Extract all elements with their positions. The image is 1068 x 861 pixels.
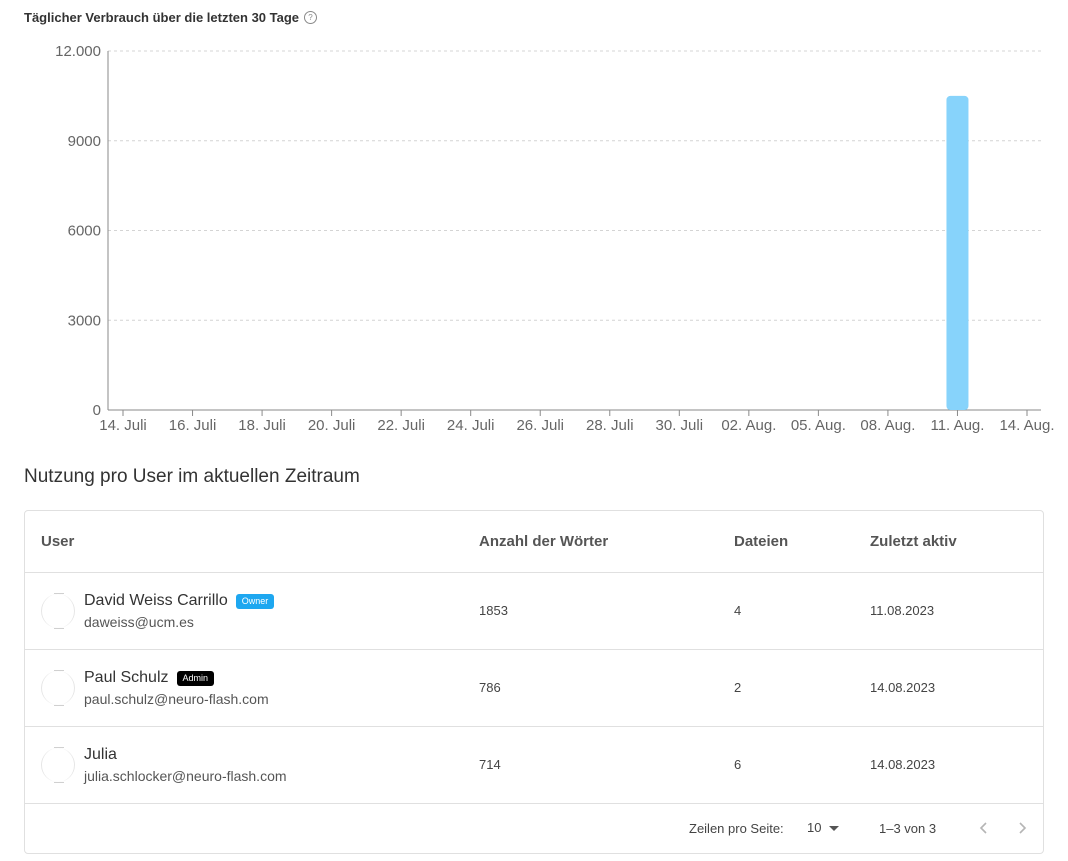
x-tick-label: 18. Juli: [238, 417, 286, 434]
caret-down-icon: [829, 826, 840, 831]
bar: [946, 95, 969, 410]
x-tick-label: 26. Juli: [516, 417, 564, 434]
user-name-wrap: Julia: [84, 746, 117, 764]
file-count: 4: [734, 603, 742, 618]
rows-per-page-label: Zeilen pro Seite:: [689, 821, 784, 836]
header-user[interactable]: User: [41, 533, 74, 550]
header-words[interactable]: Anzahl der Wörter: [479, 533, 608, 550]
y-tick-label: 9000: [68, 133, 101, 150]
user-email: paul.schulz@neuro-flash.com: [84, 691, 269, 707]
user-name: Paul Schulz: [84, 669, 169, 686]
y-tick-label: 6000: [68, 223, 101, 240]
table-row[interactable]: David Weiss Carrillo Owner daweiss@ucm.e…: [25, 573, 1043, 650]
last-active: 14.08.2023: [870, 757, 936, 772]
owner-badge: Owner: [235, 593, 275, 609]
previous-page-button[interactable]: [971, 815, 997, 841]
file-count: 2: [734, 680, 742, 695]
table-header: User Anzahl der Wörter Dateien Zuletzt a…: [25, 511, 1043, 573]
next-page-button[interactable]: [1009, 815, 1035, 841]
file-count: 6: [734, 757, 742, 772]
last-active: 14.08.2023: [870, 680, 936, 695]
avatar: [41, 670, 75, 706]
user-email: julia.schlocker@neuro-flash.com: [84, 768, 287, 784]
chevron-right-icon: [1019, 822, 1027, 834]
y-tick-label: 3000: [68, 312, 101, 329]
table-row[interactable]: Julia julia.schlocker@neuro-flash.com 71…: [25, 727, 1043, 804]
rows-per-page-value: 10: [807, 820, 822, 835]
word-count: 714: [479, 757, 501, 772]
section-title: Nutzung pro User im aktuellen Zeitraum: [24, 466, 360, 487]
x-tick-label: 30. Juli: [656, 417, 704, 434]
user-name-wrap: Paul Schulz Admin: [84, 669, 215, 687]
x-tick-label: 20. Juli: [308, 417, 356, 434]
x-tick-label: 08. Aug.: [860, 417, 915, 434]
avatar: [41, 747, 75, 783]
last-active: 11.08.2023: [870, 603, 935, 618]
admin-badge: Admin: [176, 670, 215, 686]
avatar: [41, 593, 75, 629]
y-tick-label: 12.000: [55, 43, 101, 60]
word-count: 786: [479, 680, 501, 695]
x-tick-label: 14. Juli: [99, 417, 147, 434]
user-email: daweiss@ucm.es: [84, 614, 194, 630]
x-tick-label: 14. Aug.: [999, 417, 1054, 434]
table-pagination: Zeilen pro Seite: 10 1–3 von 3: [25, 804, 1043, 854]
x-tick-label: 11. Aug.: [930, 417, 984, 434]
x-tick-label: 28. Juli: [586, 417, 634, 434]
header-last-active[interactable]: Zuletzt aktiv: [870, 533, 957, 550]
word-count: 1853: [479, 603, 508, 618]
x-tick-label: 02. Aug.: [721, 417, 776, 434]
x-tick-label: 24. Juli: [447, 417, 495, 434]
user-name: Julia: [84, 746, 117, 763]
pagination-range: 1–3 von 3: [879, 821, 937, 836]
user-name-wrap: David Weiss Carrillo Owner: [84, 592, 275, 610]
usage-bar-chart: 030006000900012.00014. Juli 16. Juli 18. J…: [55, 43, 1054, 434]
x-tick-label: 05. Aug.: [791, 417, 846, 434]
user-usage-table: User Anzahl der Wörter Dateien Zuletzt a…: [24, 510, 1044, 854]
table-row[interactable]: Paul Schulz Admin paul.schulz@neuro-flas…: [25, 650, 1043, 727]
user-name: David Weiss Carrillo: [84, 592, 228, 609]
header-files[interactable]: Dateien: [734, 533, 788, 550]
x-tick-label: 16. Juli: [169, 417, 217, 434]
x-tick-label: 22. Juli: [377, 417, 425, 434]
rows-per-page-select[interactable]: 10: [807, 820, 840, 835]
chevron-left-icon: [979, 822, 987, 834]
